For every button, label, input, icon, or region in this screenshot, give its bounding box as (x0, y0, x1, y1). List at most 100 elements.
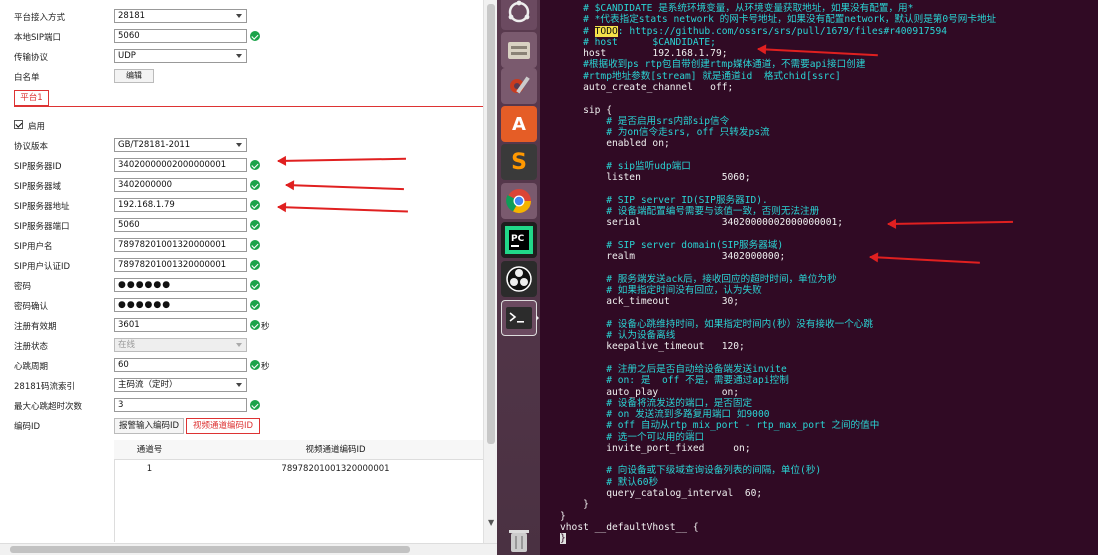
label-code-id: 编码ID (14, 422, 41, 432)
password-field[interactable]: ●●●●●● (114, 298, 247, 312)
field-select[interactable]: GB/T28181-2011 (114, 138, 247, 152)
tab-video-channel-code[interactable]: 视频通道编码ID (186, 418, 260, 434)
config-comment-line: #rtmp地址参数[stream] 就是通道id 格式chid[ssrc] (560, 70, 841, 82)
tab-alarm-input-code[interactable]: 报警输入编码ID (114, 418, 184, 434)
field-input[interactable]: 78978201001320000001 (114, 258, 247, 272)
label-whitelist: 白名单 (14, 73, 40, 83)
config-comment-line: # 为on信令走srs, off 只转发ps流 (560, 127, 770, 139)
config-comment-line: # 向设备或下级域查询设备列表的间隔，单位(秒) (560, 465, 822, 477)
form-row: SIP用户名 78978201001320000001 (0, 238, 490, 254)
form-row: 密码 ●●●●●● (0, 278, 490, 294)
config-comment-line: # on 发送流到多路复用端口 如9000 (560, 409, 770, 421)
tab-platform-1[interactable]: 平台1 (14, 90, 49, 106)
form-row: 协议版本 GB/T28181-2011 (0, 138, 490, 154)
field-label: 密码 (14, 282, 32, 292)
field-label: 注册有效期 (14, 322, 57, 332)
obs-icon[interactable] (501, 261, 537, 297)
config-comment-line: # 选一个可以用的端口 (560, 431, 705, 443)
field-input[interactable]: 78978201001320000001 (114, 238, 247, 252)
form-row: 最大心跳超时次数 3 (0, 398, 490, 414)
terminal-window[interactable]: # $CANDIDATE 是系统环境变量，从环境变量获取地址，如果没有配置，用*… (540, 0, 1098, 555)
row-enable: 启用 (0, 118, 490, 134)
horizontal-scrollbar[interactable] (0, 543, 497, 555)
config-comment-line: # host $CANDIDATE; (560, 36, 716, 48)
field-label: 协议版本 (14, 142, 49, 152)
chrome-icon[interactable] (501, 183, 537, 219)
col-channel-no: 通道号 (114, 440, 185, 460)
table-row: 1 78978201001320000001 (114, 459, 486, 478)
vertical-scrollbar[interactable]: ▼ (483, 0, 497, 543)
password-field[interactable]: ●●●●●● (114, 278, 247, 292)
config-line: enabled on; (560, 138, 670, 150)
active-app-indicator (536, 315, 539, 321)
field-label: 心跳周期 (14, 362, 49, 372)
field-input[interactable]: 3601 (114, 318, 247, 332)
valid-check-icon (250, 300, 260, 310)
config-comment-line: # 如果指定时间没有回应，认为失败 (560, 285, 762, 296)
field-input[interactable]: 60 (114, 358, 247, 372)
cell-channel-no: 1 (146, 463, 153, 474)
config-line: auto_create_channel off; (560, 81, 734, 93)
sublime-text-icon[interactable]: S (501, 144, 537, 180)
line-prefix: # (560, 25, 595, 37)
software-center-icon[interactable]: A (501, 106, 537, 142)
config-comment-line: # 认为设备离线 (560, 330, 676, 342)
field-input[interactable]: 3 (114, 398, 247, 412)
valid-check-icon (250, 320, 260, 330)
field-input[interactable]: 34020000002000000001 (114, 158, 247, 172)
row-transport: 传输协议 UDP (0, 49, 490, 65)
valid-check-icon (250, 360, 260, 370)
field-label: SIP服务器域 (14, 182, 62, 192)
config-comment-line: # sip监听udp端口 (560, 160, 691, 172)
scrollbar-thumb[interactable] (10, 546, 410, 553)
line-rest: : https://github.com/ossrs/srs/pull/1679… (617, 25, 947, 37)
valid-check-icon (250, 280, 260, 290)
form-row: 注册有效期 3601 秒 (0, 318, 490, 334)
whitelist-edit-button[interactable]: 编辑 (114, 69, 154, 83)
field-select[interactable]: 主码流（定时） (114, 378, 247, 392)
field-label: SIP服务器地址 (14, 202, 70, 212)
form-row: 密码确认 ●●●●●● (0, 298, 490, 314)
chevron-down-icon[interactable]: ▼ (488, 518, 494, 527)
field-input[interactable]: 192.168.1.79 (114, 198, 247, 212)
col-video-code-id: 视频通道编码ID (185, 440, 486, 460)
field-label: SIP用户认证ID (14, 262, 71, 272)
terminal-icon[interactable] (501, 300, 537, 336)
enable-checkbox[interactable] (14, 120, 23, 129)
form-row: SIP用户认证ID 78978201001320000001 (0, 258, 490, 274)
config-line: host 192.168.1.79; (560, 48, 728, 60)
valid-check-icon (250, 160, 260, 170)
row-local-sip-port: 本地SIP端口 5060 (0, 29, 490, 45)
system-settings-icon[interactable] (501, 68, 537, 104)
access-mode-select[interactable]: 28181 (114, 9, 247, 23)
field-label: 最大心跳超时次数 (14, 402, 83, 412)
valid-check-icon (250, 200, 260, 210)
scrollbar-thumb[interactable] (487, 4, 495, 444)
pycharm-icon[interactable]: PC (501, 222, 537, 258)
form-row: 注册状态 在线 (0, 338, 490, 354)
file-manager-icon[interactable] (501, 32, 537, 68)
field-input[interactable]: 5060 (114, 218, 247, 232)
config-comment-line: # off 自动从rtp_mix_port - rtp_max_port 之间的… (560, 420, 880, 432)
transport-select[interactable]: UDP (114, 49, 247, 63)
label-transport: 传输协议 (14, 53, 49, 63)
config-line: vhost __defaultVhost__ { (560, 521, 699, 533)
config-line: } (560, 510, 566, 522)
trash-icon[interactable] (501, 522, 537, 555)
todo-highlight: TODO (594, 25, 618, 37)
code-table: 通道号 视频通道编码ID 1 78978201001320000001 (114, 440, 486, 478)
form-row: 28181码流索引 主码流（定时） (0, 378, 490, 394)
label-local-sip-port: 本地SIP端口 (14, 33, 62, 43)
config-line: listen 5060; (560, 172, 751, 184)
row-whitelist: 白名单 编辑 (0, 69, 490, 85)
config-comment-line: # 设备端配置编号需要与该值一致，否则无法注册 (560, 206, 820, 218)
tab-underline (14, 106, 484, 107)
unit-label: 秒 (261, 362, 270, 372)
ubuntu-dash-icon[interactable] (501, 0, 537, 30)
local-sip-port-input[interactable]: 5060 (114, 29, 247, 43)
row-code-id: 编码ID 报警输入编码ID 视频通道编码ID (0, 418, 490, 434)
field-input[interactable]: 3402000000 (114, 178, 247, 192)
config-comment-line: # *代表指定stats network 的网卡号地址，如果没有配置networ… (560, 14, 997, 26)
config-line: sip { (560, 104, 612, 116)
svg-text:PC: PC (511, 234, 525, 244)
